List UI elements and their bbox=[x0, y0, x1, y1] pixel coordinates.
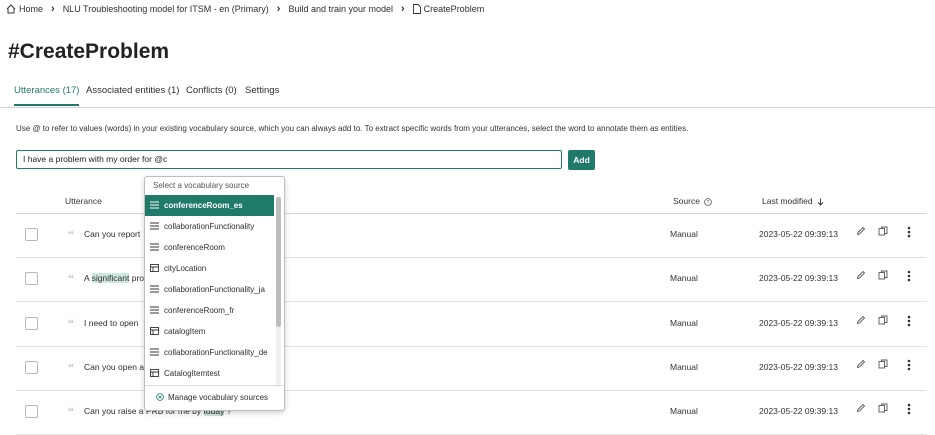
vocabulary-source-option[interactable]: conferenceRoom_fr bbox=[145, 300, 274, 321]
add-circle-icon bbox=[156, 393, 164, 401]
copy-icon[interactable] bbox=[878, 270, 888, 280]
edit-icon[interactable] bbox=[856, 403, 866, 413]
tab-bar: Utterances (17) Associated entities (1) … bbox=[0, 80, 935, 108]
vocabulary-source-option[interactable]: conferenceRoom_es bbox=[145, 195, 274, 216]
row-checkbox[interactable] bbox=[25, 405, 38, 418]
copy-icon[interactable] bbox=[878, 315, 888, 325]
source-cell: Manual bbox=[670, 362, 698, 372]
tab-conflicts[interactable]: Conflicts (0) bbox=[186, 85, 237, 104]
copy-icon[interactable] bbox=[878, 226, 888, 236]
quote-icon: “ bbox=[68, 271, 74, 285]
list-icon bbox=[150, 285, 159, 293]
column-last-modified[interactable]: Last modified bbox=[762, 196, 824, 206]
source-cell: Manual bbox=[670, 318, 698, 328]
list-icon bbox=[150, 201, 159, 209]
source-cell: Manual bbox=[670, 229, 698, 239]
utterance-text: Can you open a bbox=[84, 362, 145, 372]
vocabulary-source-option[interactable]: collaborationFunctionality_de bbox=[145, 342, 274, 363]
edit-icon[interactable] bbox=[856, 315, 866, 325]
home-icon bbox=[6, 4, 16, 14]
column-utterance: Utterance bbox=[65, 196, 102, 206]
row-checkbox[interactable] bbox=[25, 228, 38, 241]
chevron-right-icon: › bbox=[51, 3, 55, 15]
quote-icon: “ bbox=[68, 404, 74, 418]
column-source: Source ? bbox=[673, 196, 713, 206]
row-checkbox[interactable] bbox=[25, 317, 38, 330]
hint-text: Use @ to refer to values (words) in your… bbox=[16, 124, 689, 133]
list-icon bbox=[150, 348, 159, 356]
list-icon bbox=[150, 222, 159, 230]
table-icon bbox=[150, 264, 159, 272]
utterance-text: Can you report bbox=[84, 229, 141, 239]
quote-icon: “ bbox=[68, 227, 74, 241]
row-checkbox[interactable] bbox=[25, 272, 38, 285]
add-button[interactable]: Add bbox=[568, 150, 595, 170]
info-icon[interactable]: ? bbox=[704, 197, 713, 206]
svg-text:?: ? bbox=[707, 200, 710, 206]
edit-icon[interactable] bbox=[856, 270, 866, 280]
vocabulary-source-option[interactable]: collaborationFunctionality bbox=[145, 216, 274, 237]
vocabulary-source-option[interactable]: collaborationFunctionality_ja bbox=[145, 279, 274, 300]
list-icon bbox=[150, 306, 159, 314]
utterance-text: A significant pro bbox=[84, 273, 145, 283]
more-options-icon[interactable] bbox=[907, 403, 911, 415]
source-cell: Manual bbox=[670, 406, 698, 416]
tab-associated-entities[interactable]: Associated entities (1) bbox=[86, 85, 179, 104]
more-options-icon[interactable] bbox=[907, 270, 911, 282]
vocabulary-source-option[interactable]: catalogItem bbox=[145, 321, 274, 342]
quote-icon: “ bbox=[68, 316, 74, 330]
breadcrumb-build[interactable]: Build and train your model bbox=[288, 4, 393, 14]
last-modified-cell: 2023-05-22 09:39:13 bbox=[759, 406, 838, 416]
quote-icon: “ bbox=[68, 360, 74, 374]
vocabulary-source-option[interactable]: conferenceRoom bbox=[145, 237, 274, 258]
scrollbar-thumb[interactable] bbox=[276, 197, 281, 327]
tab-settings[interactable]: Settings bbox=[245, 85, 279, 104]
copy-icon[interactable] bbox=[878, 403, 888, 413]
chevron-right-icon: › bbox=[401, 3, 405, 15]
list-icon bbox=[150, 243, 159, 251]
dropdown-title: Select a vocabulary source bbox=[153, 181, 250, 190]
sort-down-icon bbox=[817, 198, 824, 206]
table-icon bbox=[150, 369, 159, 377]
utterance-input[interactable]: I have a problem with my order for @c bbox=[16, 150, 562, 169]
last-modified-cell: 2023-05-22 09:39:13 bbox=[759, 362, 838, 372]
breadcrumb: Home › NLU Troubleshooting model for ITS… bbox=[6, 3, 484, 15]
last-modified-cell: 2023-05-22 09:39:13 bbox=[759, 229, 838, 239]
last-modified-cell: 2023-05-22 09:39:13 bbox=[759, 318, 838, 328]
table-icon bbox=[150, 327, 159, 335]
edit-icon[interactable] bbox=[856, 359, 866, 369]
copy-icon[interactable] bbox=[878, 359, 888, 369]
edit-icon[interactable] bbox=[856, 226, 866, 236]
more-options-icon[interactable] bbox=[907, 315, 911, 327]
last-modified-cell: 2023-05-22 09:39:13 bbox=[759, 273, 838, 283]
entity-highlight[interactable]: significant bbox=[91, 273, 130, 283]
vocabulary-source-dropdown: Select a vocabulary source conferenceRoo… bbox=[144, 176, 285, 411]
more-options-icon[interactable] bbox=[907, 226, 911, 238]
breadcrumb-current: CreateProblem bbox=[423, 4, 485, 14]
breadcrumb-home[interactable]: Home bbox=[19, 4, 43, 14]
chevron-right-icon: › bbox=[276, 3, 281, 15]
manage-vocabulary-sources-link[interactable]: Manage vocabulary sources bbox=[145, 385, 284, 410]
page-title: #CreateProblem bbox=[8, 40, 170, 63]
row-checkbox[interactable] bbox=[25, 361, 38, 374]
more-options-icon[interactable] bbox=[907, 359, 911, 371]
breadcrumb-model[interactable]: NLU Troubleshooting model for ITSM - en … bbox=[63, 4, 269, 14]
utterance-text: I need to open bbox=[84, 318, 139, 328]
vocabulary-source-option[interactable]: cityLocation bbox=[145, 258, 274, 279]
tab-utterances[interactable]: Utterances (17) bbox=[14, 85, 80, 106]
document-icon bbox=[412, 4, 421, 14]
vocabulary-source-option[interactable]: CatalogItemtest bbox=[145, 363, 274, 384]
source-cell: Manual bbox=[670, 273, 698, 283]
